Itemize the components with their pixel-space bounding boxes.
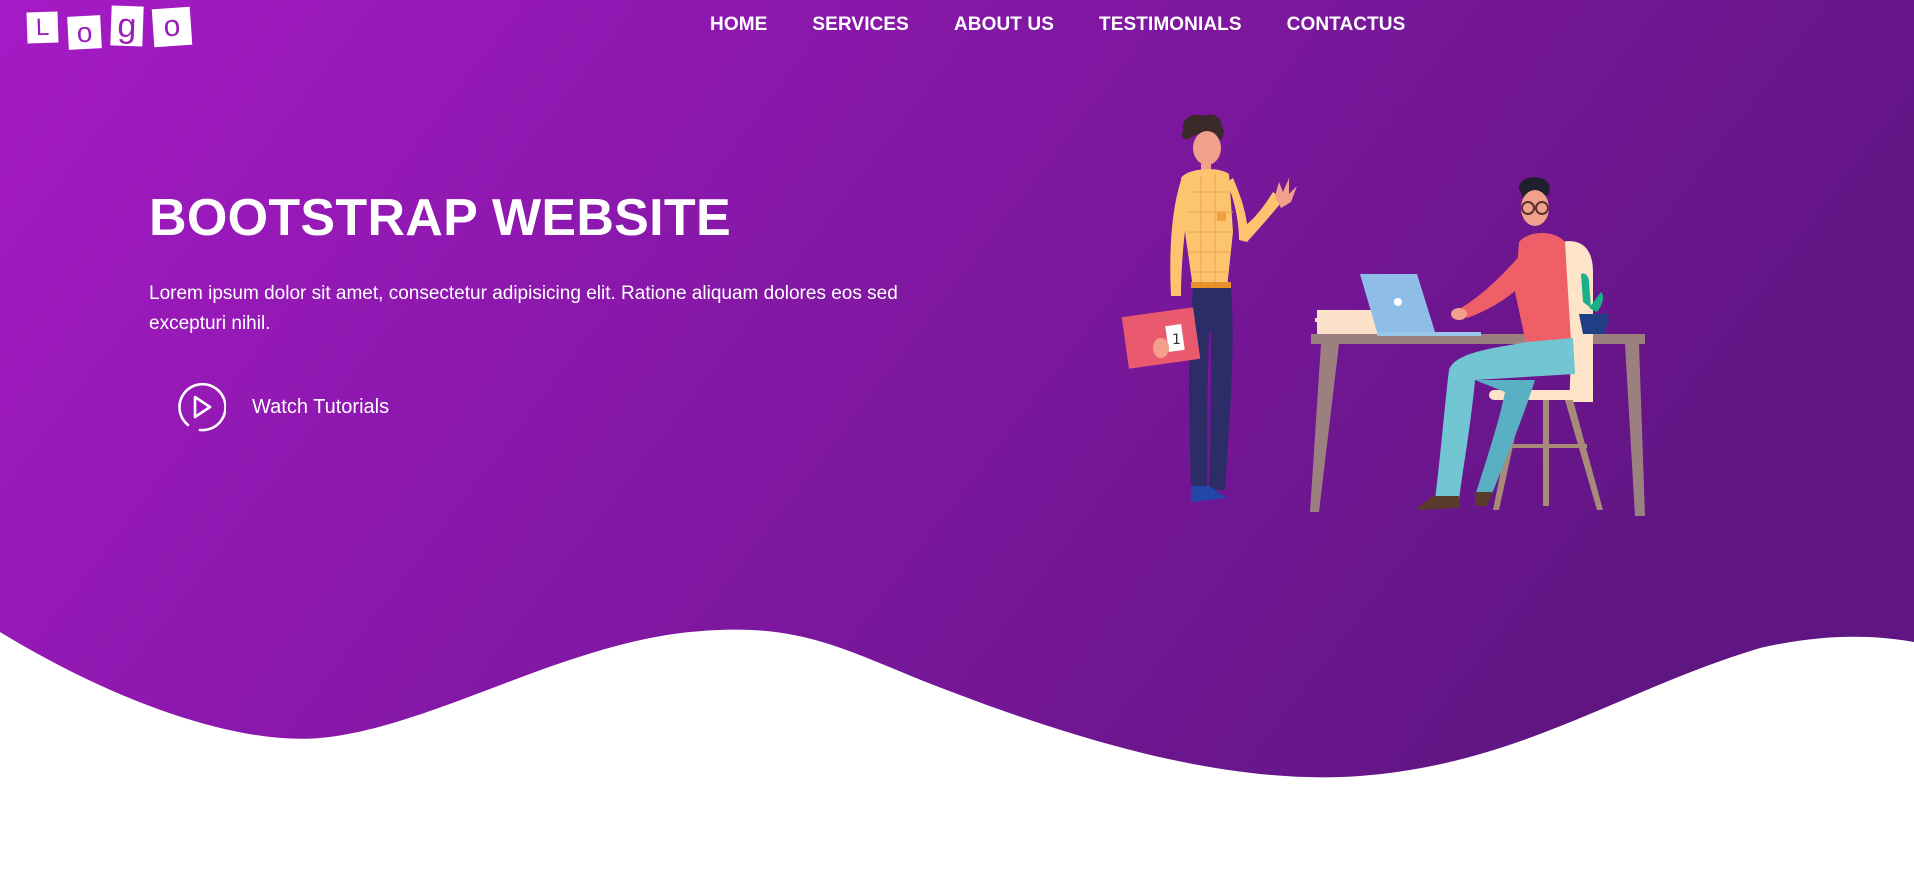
logo-letter-g: g xyxy=(110,5,144,47)
office-desk-scene xyxy=(1310,177,1645,516)
watch-tutorials-button[interactable]: Watch Tutorials xyxy=(174,381,389,433)
nav-contactus[interactable]: CONTACTUS xyxy=(1287,14,1406,36)
play-circle-icon xyxy=(178,382,226,432)
logo-letter-o2: o xyxy=(151,6,193,48)
hero-title: BOOTSTRAP WEBSITE xyxy=(149,189,731,247)
nav-about-us[interactable]: ABOUT US xyxy=(954,14,1054,36)
nav-home[interactable]: HOME xyxy=(710,14,767,36)
standing-man-figure: 1 xyxy=(1121,114,1297,502)
watch-tutorials-label: Watch Tutorials xyxy=(252,395,390,418)
nav-services[interactable]: SERVICES xyxy=(812,14,909,36)
logo-letter-o: o xyxy=(67,15,102,50)
nav-testimonials[interactable]: TESTIMONIALS xyxy=(1099,14,1242,36)
logo[interactable]: L o g o xyxy=(26,5,193,50)
logo-letter-l: L xyxy=(26,11,59,44)
folder-label: 1 xyxy=(1172,332,1181,348)
main-nav: HOME SERVICES ABOUT US TESTIMONIALS CONT… xyxy=(710,14,1450,36)
hero-description: Lorem ipsum dolor sit amet, consectetur … xyxy=(149,283,898,334)
hero-illustration: 1 xyxy=(1121,114,1645,516)
